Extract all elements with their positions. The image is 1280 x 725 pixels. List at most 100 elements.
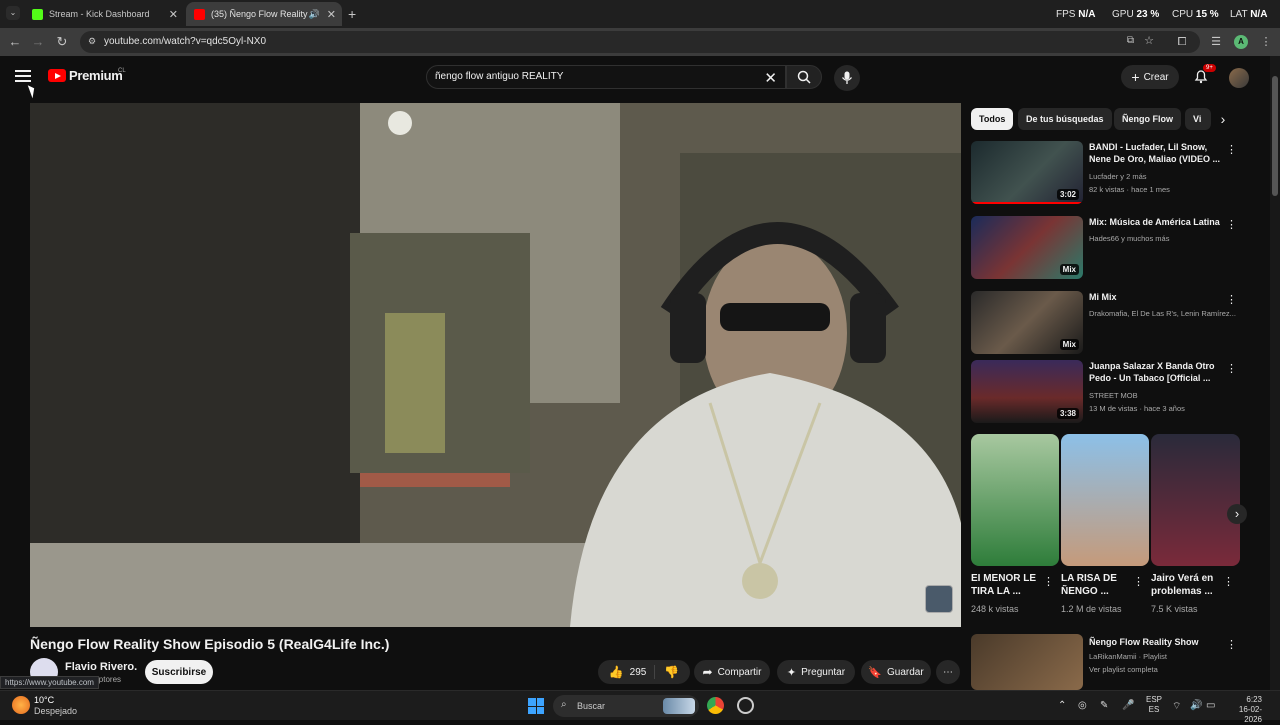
playlist-thumbnail[interactable]: [971, 634, 1083, 690]
back-icon[interactable]: ←: [7, 34, 23, 50]
chip-nengo-flow[interactable]: Ñengo Flow: [1114, 108, 1181, 130]
shorts-next-icon[interactable]: ›: [1227, 504, 1247, 524]
scrollbar-thumb[interactable]: [1272, 76, 1278, 196]
reload-icon[interactable]: ↻: [54, 34, 70, 50]
list-item[interactable]: 3:02 BANDI - Lucfader, Lil Snow, Nene De…: [971, 141, 1241, 207]
more-options-icon[interactable]: ⋮: [1226, 143, 1237, 156]
rec-title[interactable]: Mix: Música de América Latina: [1089, 216, 1224, 228]
tray-mic-icon[interactable]: 🎤: [1122, 700, 1134, 711]
site-info-icon[interactable]: ⚙: [88, 36, 96, 47]
app-taskbar-icon[interactable]: [737, 697, 754, 714]
more-options-icon[interactable]: ⋮: [1226, 362, 1237, 375]
create-button[interactable]: + Crear: [1121, 65, 1179, 89]
chip-todos[interactable]: Todos: [971, 108, 1014, 130]
hamburger-menu-icon[interactable]: [15, 69, 31, 83]
cpu-label: CPU: [1172, 9, 1194, 20]
dislike-button[interactable]: 👎: [660, 665, 679, 679]
channel-name[interactable]: Flavio Rivero.: [65, 661, 137, 673]
account-avatar[interactable]: [1229, 68, 1249, 88]
rec-title[interactable]: Mi Mix: [1089, 291, 1224, 303]
more-options-icon[interactable]: ⋮: [1043, 575, 1054, 588]
lat-label: LAT: [1230, 9, 1248, 20]
close-tab-icon[interactable]: ✕: [327, 8, 336, 21]
chip-de-tus-busquedas[interactable]: De tus búsquedas: [1018, 108, 1112, 130]
share-button[interactable]: ➦ Compartir: [694, 660, 770, 684]
chrome-taskbar-icon[interactable]: [707, 697, 724, 714]
chip-vi[interactable]: Vi: [1185, 108, 1211, 130]
search-highlight-icon: [663, 698, 695, 714]
like-button[interactable]: 👍 295: [609, 665, 656, 679]
fps-label: FPS: [1056, 9, 1076, 20]
more-actions-button[interactable]: ⋯: [936, 660, 960, 684]
clear-search-icon[interactable]: ✕: [764, 69, 777, 87]
short-title[interactable]: EI MENOR LE TIRA LA ...: [971, 572, 1046, 598]
speaker-icon[interactable]: 🔊: [309, 9, 320, 20]
search-input[interactable]: [435, 71, 755, 82]
ask-button[interactable]: ✦ Preguntar: [777, 660, 855, 684]
short-title[interactable]: Jairo Verá en problemas ...: [1151, 572, 1226, 598]
windows-start-icon[interactable]: [528, 698, 544, 714]
more-options-icon[interactable]: ⋮: [1226, 293, 1237, 306]
search-button[interactable]: [786, 65, 822, 89]
address-bar[interactable]: ⚙ youtube.com/watch?v=qdc5Oyl-NX0 ⧉ ☆: [80, 31, 1200, 53]
subscribe-button[interactable]: Suscribirse: [145, 660, 213, 684]
video-thumbnail[interactable]: 3:38: [971, 360, 1083, 423]
extensions-icon[interactable]: ⧠: [1174, 34, 1190, 50]
short-views: 248 k vistas: [971, 604, 1019, 614]
notification-count-badge: 9+: [1203, 64, 1216, 72]
mix-thumbnail[interactable]: Mix: [971, 291, 1083, 354]
list-item[interactable]: Mix Mix: Música de América Latina Hades6…: [971, 216, 1241, 282]
page-scrollbar[interactable]: [1270, 56, 1280, 690]
channel-watermark[interactable]: [925, 585, 953, 613]
more-options-icon[interactable]: ⋮: [1226, 638, 1237, 651]
voice-search-button[interactable]: [834, 65, 860, 91]
short-thumbnail[interactable]: [1151, 434, 1240, 566]
tray-app-icon[interactable]: ✎: [1100, 700, 1108, 711]
tray-overflow-icon[interactable]: ⌃: [1058, 700, 1066, 711]
install-app-icon[interactable]: ⧉: [1127, 35, 1134, 46]
search-box[interactable]: ✕: [426, 65, 786, 89]
mix-thumbnail[interactable]: Mix: [971, 216, 1083, 279]
reading-list-icon[interactable]: ☰: [1208, 34, 1224, 50]
tab-search-icon[interactable]: ⌄: [6, 6, 20, 20]
rec-title[interactable]: Juanpa Salazar X Banda Otro Pedo - Un Ta…: [1089, 360, 1224, 384]
short-title[interactable]: LA RISA DE ÑENGO ...: [1061, 572, 1136, 598]
save-button[interactable]: 🔖 Guardar: [861, 660, 931, 684]
profile-avatar[interactable]: A: [1234, 35, 1248, 49]
clock[interactable]: 6:23 16-02-2026: [1222, 695, 1262, 725]
bookmark-star-icon[interactable]: ☆: [1144, 34, 1154, 47]
chrome-menu-icon[interactable]: ⋮: [1258, 34, 1274, 50]
view-full-playlist-link[interactable]: Ver playlist completa: [1089, 665, 1239, 674]
youtube-premium-logo[interactable]: Premium: [48, 68, 123, 83]
battery-icon[interactable]: ▭: [1206, 700, 1215, 711]
short-thumbnail[interactable]: [971, 434, 1059, 566]
notifications-button[interactable]: 9+: [1193, 64, 1216, 86]
rec-channel: STREET MOB: [1089, 391, 1138, 400]
playlist-title[interactable]: Ñengo Flow Reality Show: [1089, 636, 1224, 648]
playlist-item[interactable]: Ñengo Flow Reality Show LaRikanMamii · P…: [971, 632, 1241, 698]
keyboard-language[interactable]: ESP ES: [1146, 695, 1162, 715]
volume-icon[interactable]: 🔊: [1190, 700, 1202, 711]
lat-value: N/A: [1250, 9, 1268, 20]
chips-next-icon[interactable]: ›: [1214, 111, 1232, 129]
search-icon: [797, 70, 811, 84]
tab-youtube[interactable]: (35) Ñengo Flow Reality Sh 🔊 ✕: [186, 2, 342, 26]
list-item[interactable]: 3:38 Juanpa Salazar X Banda Otro Pedo - …: [971, 360, 1241, 426]
weather-icon[interactable]: [12, 696, 30, 714]
list-item[interactable]: Mix Mi Mix Drakomafia, El De Las R's, Le…: [971, 291, 1241, 357]
new-tab-button[interactable]: +: [348, 6, 356, 22]
video-thumbnail[interactable]: 3:02: [971, 141, 1083, 204]
more-options-icon[interactable]: ⋮: [1133, 575, 1144, 588]
more-options-icon[interactable]: ⋮: [1223, 575, 1234, 588]
tab-kick-dashboard[interactable]: Stream - Kick Dashboard ✕: [24, 2, 184, 26]
close-tab-icon[interactable]: ✕: [169, 8, 178, 21]
more-options-icon[interactable]: ⋮: [1226, 218, 1237, 231]
rec-title[interactable]: BANDI - Lucfader, Lil Snow, Nene De Oro,…: [1089, 141, 1224, 165]
wifi-icon[interactable]: ⌔: [1172, 700, 1181, 713]
short-thumbnail[interactable]: [1061, 434, 1149, 566]
video-player[interactable]: [30, 103, 961, 627]
forward-icon[interactable]: →: [30, 34, 46, 50]
tray-app-icon[interactable]: ◎: [1078, 700, 1087, 711]
taskbar-search[interactable]: ⌕ Buscar: [553, 695, 699, 717]
microphone-icon: [841, 71, 853, 84]
